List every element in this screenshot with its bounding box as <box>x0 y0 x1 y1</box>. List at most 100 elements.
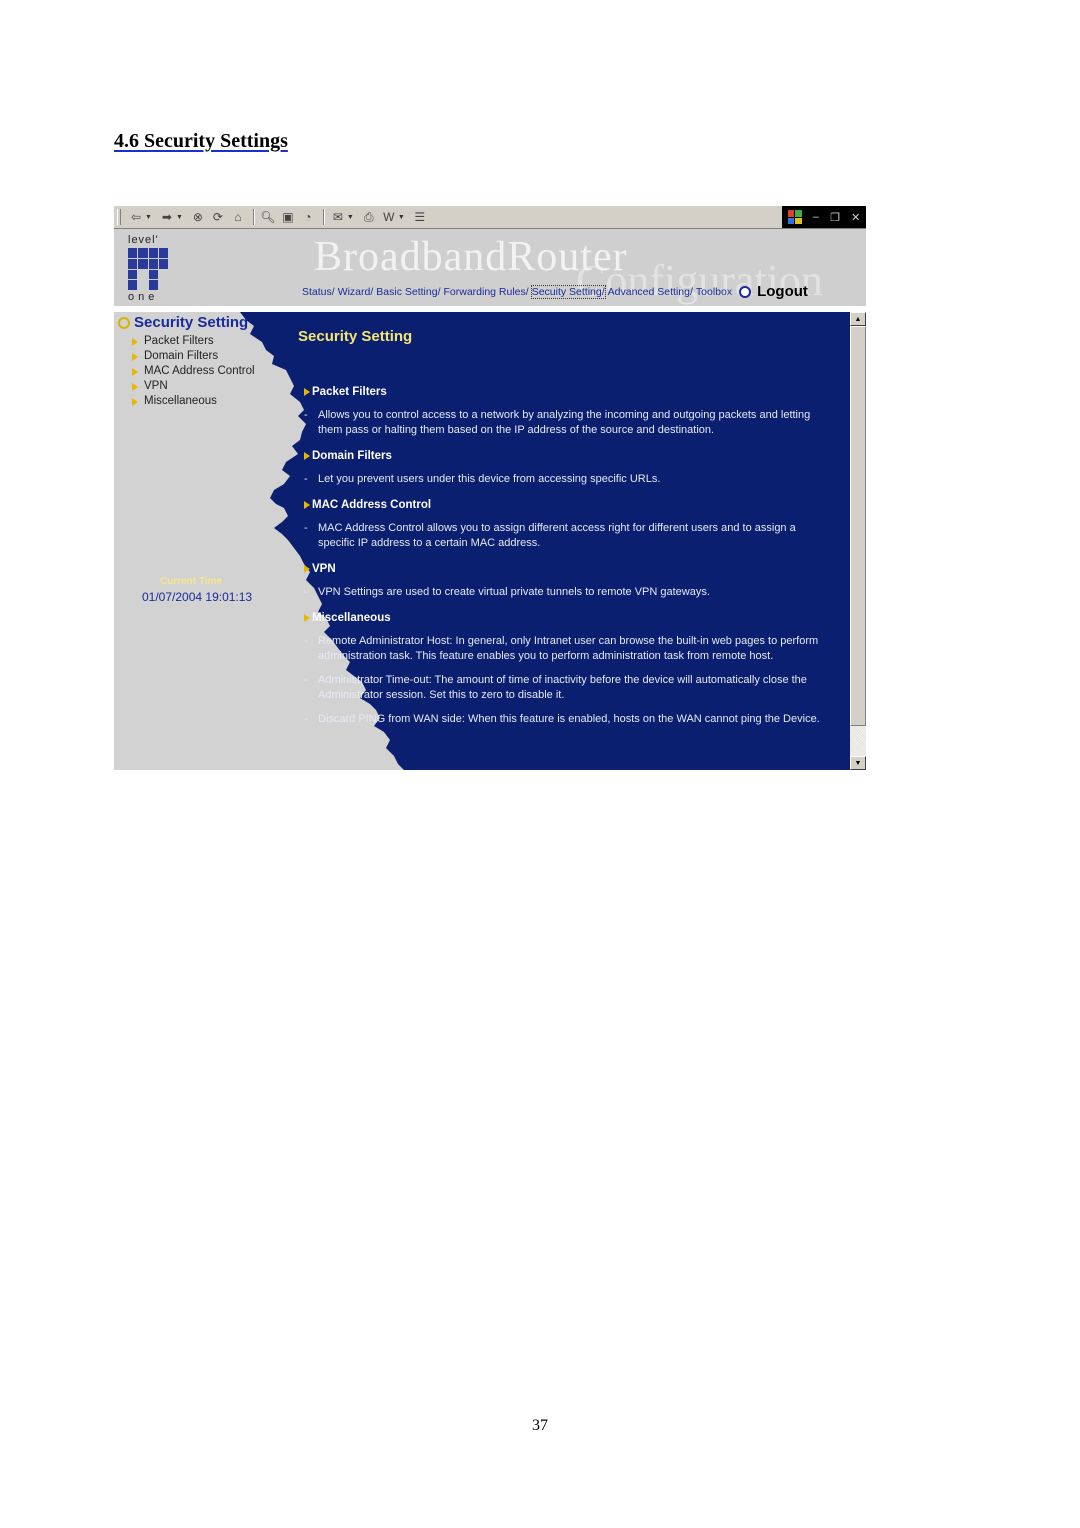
scroll-up-arrow-icon[interactable]: ▲ <box>850 312 866 326</box>
history-icon[interactable]: ◔ <box>299 208 317 226</box>
mail-icon[interactable]: ✉ <box>329 208 347 226</box>
nav-security-setting[interactable]: Secuity Setting/ <box>530 284 606 299</box>
scrollbar-thumb[interactable] <box>850 326 866 726</box>
section-mac-address-control: MAC Address Control - MAC Address Control… <box>304 499 824 551</box>
section-heading-label: VPN <box>312 563 336 575</box>
arrow-right-icon <box>304 452 310 460</box>
logo-text-top: level' <box>128 234 159 246</box>
section-description: - MAC Address Control allows you to assig… <box>304 521 824 551</box>
current-time-value: 01/07/2004 19:01:13 <box>142 590 253 604</box>
stop-icon[interactable]: ⊗ <box>189 208 207 226</box>
router-header: level' one Configuration BroadbandRouter… <box>114 229 866 306</box>
nav-advanced-setting[interactable]: Advanced Setting/ <box>608 286 693 298</box>
discuss-icon[interactable]: ☰ <box>411 208 429 226</box>
arrow-right-icon <box>132 337 138 346</box>
section-heading: VPN <box>304 563 824 575</box>
section-description: - Remote Administrator Host: In general, … <box>304 634 824 664</box>
section-heading: Domain Filters <box>304 450 824 462</box>
section-heading-label: Packet Filters <box>312 386 387 398</box>
back-dropdown-icon[interactable]: ▼ <box>145 214 152 221</box>
logout-button[interactable]: Logout <box>739 283 808 300</box>
description-text: MAC Address Control allows you to assign… <box>318 522 796 549</box>
sidebar-title-label: Security Setting <box>134 314 249 331</box>
nav-basic-setting[interactable]: Basic Setting/ <box>376 286 440 298</box>
sidebar-item-domain-filters[interactable]: Domain Filters <box>132 349 255 364</box>
arrow-right-icon <box>304 388 310 396</box>
arrow-right-icon <box>132 382 138 391</box>
section-heading: Miscellaneous <box>304 612 824 624</box>
bullet-dash: - <box>304 635 308 647</box>
restore-icon[interactable]: ❐ <box>830 211 840 224</box>
logout-label: Logout <box>757 283 808 300</box>
page-number: 37 <box>532 1417 548 1434</box>
scroll-down-arrow-icon[interactable]: ▼ <box>850 756 866 770</box>
browser-toolbar: ⇦ ▼ ➡ ▼ ⊗ ⟳ ⌂ 🔍︎ ▣ ◔ ✉ ▼ ⎙ W ▼ ☰ – ❐ ✕ <box>114 206 866 229</box>
sidebar-item-label: VPN <box>144 380 168 392</box>
scrollbar-track[interactable] <box>850 726 866 756</box>
top-navigation: Status/ Wizard/ Basic Setting/ Forwardin… <box>302 283 808 300</box>
edit-dropdown-icon[interactable]: ▼ <box>398 214 405 221</box>
arrow-right-icon <box>132 367 138 376</box>
page-title: Security Setting <box>298 328 413 345</box>
nav-status[interactable]: Status/ <box>302 286 335 298</box>
forward-dropdown-icon[interactable]: ▼ <box>176 214 183 221</box>
description-text: Remote Administrator Host: In general, o… <box>318 635 819 662</box>
check-circle-icon <box>118 316 130 329</box>
edit-icon[interactable]: W <box>380 208 398 226</box>
mail-dropdown-icon[interactable]: ▼ <box>347 214 354 221</box>
section-heading-label: Domain Filters <box>312 450 392 462</box>
sidebar-item-label: Packet Filters <box>144 335 214 347</box>
bullet-dash: - <box>304 409 308 421</box>
section-description: - Allows you to control access to a netwo… <box>304 408 824 438</box>
description-text: Discard PING from WAN side: When this fe… <box>318 713 820 725</box>
forward-icon[interactable]: ➡ <box>158 208 176 226</box>
refresh-icon[interactable]: ⟳ <box>209 208 227 226</box>
favorites-icon[interactable]: ▣ <box>279 208 297 226</box>
toolbar-grip[interactable] <box>117 209 121 225</box>
section-packet-filters: Packet Filters - Allows you to control ac… <box>304 386 824 438</box>
bullet-dash: - <box>304 522 308 534</box>
sidebar-item-packet-filters[interactable]: Packet Filters <box>132 334 255 349</box>
close-icon[interactable]: ✕ <box>851 211 860 224</box>
section-vpn: VPN - VPN Settings are used to create vir… <box>304 563 824 600</box>
nav-toolbox[interactable]: Toolbox <box>696 286 732 298</box>
arrow-right-icon <box>132 397 138 406</box>
logo-mark-icon <box>128 248 168 290</box>
sidebar-item-miscellaneous[interactable]: Miscellaneous <box>132 394 255 409</box>
print-icon[interactable]: ⎙ <box>360 208 378 226</box>
minimize-icon[interactable]: – <box>813 211 819 223</box>
nav-forwarding-rules[interactable]: Forwarding Rules/ <box>443 286 528 298</box>
bullet-dash: - <box>304 674 308 686</box>
section-heading-label: Miscellaneous <box>312 612 391 624</box>
toolbar-separator <box>252 209 255 225</box>
section-description: - Let you prevent users under this device… <box>304 472 824 487</box>
brand-title: BroadbandRouter <box>314 234 628 280</box>
sidebar-item-mac-address-control[interactable]: MAC Address Control <box>132 364 255 379</box>
content-area: Security Setting Packet Filters Domain F… <box>114 312 866 770</box>
arrow-right-icon <box>304 565 310 573</box>
section-description: - Administrator Time-out: The amount of t… <box>304 673 824 703</box>
sidebar-item-vpn[interactable]: VPN <box>132 379 255 394</box>
bullet-dash: - <box>304 473 308 485</box>
vertical-scrollbar[interactable]: ▲ ▼ <box>850 312 866 770</box>
window-controls: – ❐ ✕ <box>782 206 866 228</box>
bullet-dash: - <box>304 586 308 598</box>
arrow-right-icon <box>304 614 310 622</box>
section-domain-filters: Domain Filters - Let you prevent users un… <box>304 450 824 487</box>
description-text: Administrator Time-out: The amount of ti… <box>318 674 807 701</box>
bullet-dash: - <box>304 713 308 725</box>
sidebar-item-label: Miscellaneous <box>144 395 217 407</box>
section-heading: Packet Filters <box>304 386 824 398</box>
back-icon[interactable]: ⇦ <box>127 208 145 226</box>
section-heading: MAC Address Control <box>304 499 824 511</box>
current-time-label: Current Time <box>160 576 223 587</box>
toolbar-separator <box>322 209 325 225</box>
document-heading: 4.6 Security Settings <box>114 130 288 152</box>
nav-wizard[interactable]: Wizard/ <box>338 286 374 298</box>
windows-logo-icon <box>787 210 802 224</box>
home-icon[interactable]: ⌂ <box>229 208 247 226</box>
sidebar-title[interactable]: Security Setting <box>118 314 248 331</box>
search-icon[interactable]: 🔍︎ <box>259 208 277 226</box>
description-text: Let you prevent users under this device … <box>318 473 661 485</box>
section-description: - VPN Settings are used to create virtual… <box>304 585 824 600</box>
